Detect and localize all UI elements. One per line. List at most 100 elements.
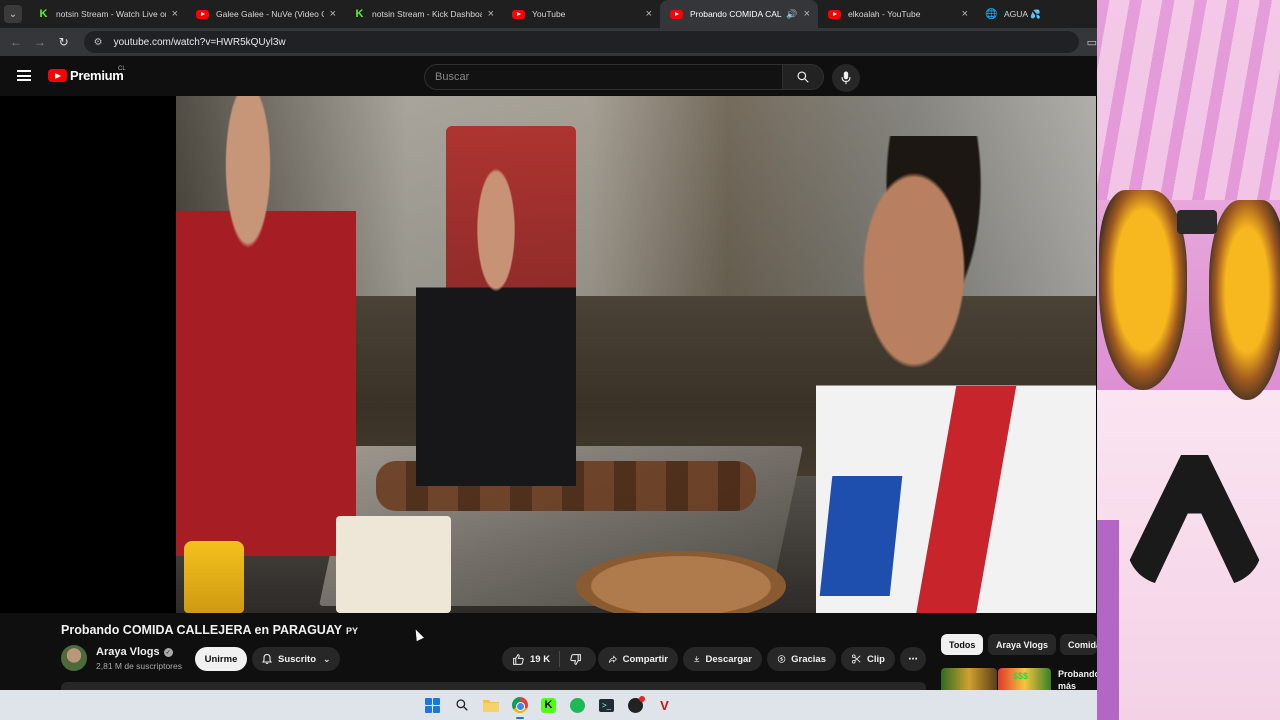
tab-galee-galee[interactable]: Galee Galee - NuVe (Video Ofic × xyxy=(186,0,344,28)
site-info-icon[interactable]: ⚙ xyxy=(94,37,108,48)
video-frame-vendor-left xyxy=(176,96,356,556)
bell-icon xyxy=(262,653,272,664)
channel-name[interactable]: Araya Vlogs ✓ xyxy=(96,646,173,658)
youtube-icon xyxy=(828,9,841,19)
subscriber-count: 2,81 M de suscriptores xyxy=(96,661,182,671)
tab-elkoalah[interactable]: elkoalah - YouTube × xyxy=(818,0,976,28)
youtube-premium-logo[interactable]: Premium xyxy=(48,68,124,83)
tab-label: Probando COMIDA CALLEJE xyxy=(690,9,782,19)
related-video-title[interactable]: Probando más BARATO xyxy=(1058,668,1097,690)
file-explorer-icon[interactable] xyxy=(481,695,501,715)
chip-all[interactable]: Todos xyxy=(941,634,984,655)
download-button[interactable]: Descargar xyxy=(683,647,762,671)
tab-notsin-kick[interactable]: K notsin Stream - Watch Live on K × xyxy=(28,0,186,28)
chrome-icon[interactable] xyxy=(510,695,530,719)
valorant-icon[interactable]: V xyxy=(655,695,675,715)
thumbnail-badge: $$$ xyxy=(1013,671,1029,681)
browser-tab-strip: ⌄ K notsin Stream - Watch Live on K × Ga… xyxy=(0,0,1097,28)
channel-avatar[interactable] xyxy=(61,645,87,671)
share-button[interactable]: Compartir xyxy=(598,647,678,671)
clip-button[interactable]: Clip xyxy=(841,647,895,671)
video-frame-napkins xyxy=(336,516,451,613)
region-code: CL xyxy=(118,66,126,72)
search-placeholder: Buscar xyxy=(435,71,470,83)
tab-label: YouTube xyxy=(532,9,566,19)
terminal-icon[interactable]: >_ xyxy=(597,695,617,715)
spotify-icon[interactable] xyxy=(568,695,588,715)
kick-icon: K xyxy=(355,8,364,20)
microphone-icon xyxy=(841,71,851,85)
overlay-sunglasses-right xyxy=(1209,200,1280,400)
tab-label: AGUA 💦 xyxy=(1004,8,1041,19)
subscribed-label: Suscrito xyxy=(278,653,317,665)
more-actions-button[interactable]: ⋯ xyxy=(900,647,926,671)
tab-search-menu-icon[interactable]: ⌄ xyxy=(4,5,22,23)
close-icon[interactable]: × xyxy=(962,8,968,20)
video-frame-vendor-center xyxy=(416,166,576,486)
chevron-down-icon: ⌄ xyxy=(323,653,331,664)
close-icon[interactable]: × xyxy=(488,8,494,20)
subscribed-button[interactable]: Suscrito ⌄ xyxy=(252,647,340,671)
share-label: Compartir xyxy=(622,653,668,665)
flag-emoji: PY xyxy=(346,626,359,636)
kick-icon: K xyxy=(39,8,48,20)
speaker-icon[interactable]: 🔊 xyxy=(786,9,797,20)
kick-icon[interactable]: K xyxy=(539,695,559,715)
tab-youtube[interactable]: YouTube × xyxy=(502,0,660,28)
related-video-thumbnail[interactable] xyxy=(941,668,997,690)
forward-icon[interactable]: → xyxy=(28,35,52,49)
search-input[interactable]: Buscar xyxy=(424,64,782,90)
address-bar[interactable]: ⚙ youtube.com/watch?v=HWR5kQUyl3w xyxy=(83,31,1079,53)
chip-araya-vlogs[interactable]: Araya Vlogs xyxy=(988,634,1057,655)
close-icon[interactable]: × xyxy=(646,8,652,20)
overlay-sunglasses-left xyxy=(1099,190,1187,390)
thumbs-up-icon[interactable] xyxy=(512,653,525,666)
close-icon[interactable]: × xyxy=(330,8,336,20)
youtube-icon xyxy=(512,9,525,19)
svg-text:$: $ xyxy=(780,657,783,663)
like-dislike-group: 19 K xyxy=(502,647,596,671)
scissors-icon xyxy=(851,654,861,664)
description-box[interactable] xyxy=(61,682,926,690)
overlay-hair xyxy=(1097,0,1280,200)
video-player[interactable] xyxy=(176,96,1096,613)
reload-icon[interactable]: ↻ xyxy=(52,35,76,49)
search-icon xyxy=(797,71,809,83)
chip-comida[interactable]: Comida xyxy=(1060,634,1097,655)
youtube-logo-icon xyxy=(48,69,67,82)
youtube-icon xyxy=(196,9,209,19)
windows-taskbar: K >_ V xyxy=(0,690,1097,720)
download-label: Descargar xyxy=(705,653,752,665)
back-icon[interactable]: ← xyxy=(4,35,28,49)
search-icon[interactable] xyxy=(452,695,472,715)
globe-icon: 🌐 xyxy=(985,8,998,20)
app-notification-icon[interactable] xyxy=(626,695,646,715)
mouse-cursor-icon xyxy=(412,627,424,642)
thumbs-down-icon[interactable] xyxy=(569,653,582,666)
video-frame-plate xyxy=(576,551,786,613)
super-thanks-icon: $ xyxy=(777,655,786,663)
voice-search-button[interactable] xyxy=(832,64,860,92)
close-icon[interactable]: × xyxy=(804,8,810,20)
tab-probando-comida-active[interactable]: Probando COMIDA CALLEJE 🔊 × xyxy=(660,0,818,28)
video-frame-shirt-patch xyxy=(819,476,903,596)
video-title: Probando COMIDA CALLEJERA en PARAGUAY PY xyxy=(61,623,358,637)
tab-label: notsin Stream - Watch Live on K xyxy=(56,9,166,19)
like-count[interactable]: 19 K xyxy=(530,654,550,665)
download-icon xyxy=(694,656,700,662)
cast-icon[interactable]: ▭ xyxy=(1087,36,1097,49)
close-icon[interactable]: × xyxy=(172,8,178,20)
tab-label: elkoalah - YouTube xyxy=(848,9,921,19)
tab-agua[interactable]: 🌐 AGUA 💦 xyxy=(976,0,1086,28)
tab-kick-dashboard[interactable]: K notsin Stream - Kick Dashboard × xyxy=(344,0,502,28)
share-icon xyxy=(608,654,617,663)
streamer-avatar-overlay xyxy=(1097,0,1280,720)
youtube-masthead: Premium CL Buscar xyxy=(0,56,1097,96)
tab-label: notsin Stream - Kick Dashboard xyxy=(372,9,482,19)
clip-label: Clip xyxy=(867,653,885,665)
join-button[interactable]: Unirme xyxy=(195,647,247,671)
menu-icon[interactable] xyxy=(17,70,31,81)
windows-start-icon[interactable] xyxy=(423,695,443,715)
search-button[interactable] xyxy=(782,64,824,90)
thanks-button[interactable]: $ Gracias xyxy=(767,647,836,671)
